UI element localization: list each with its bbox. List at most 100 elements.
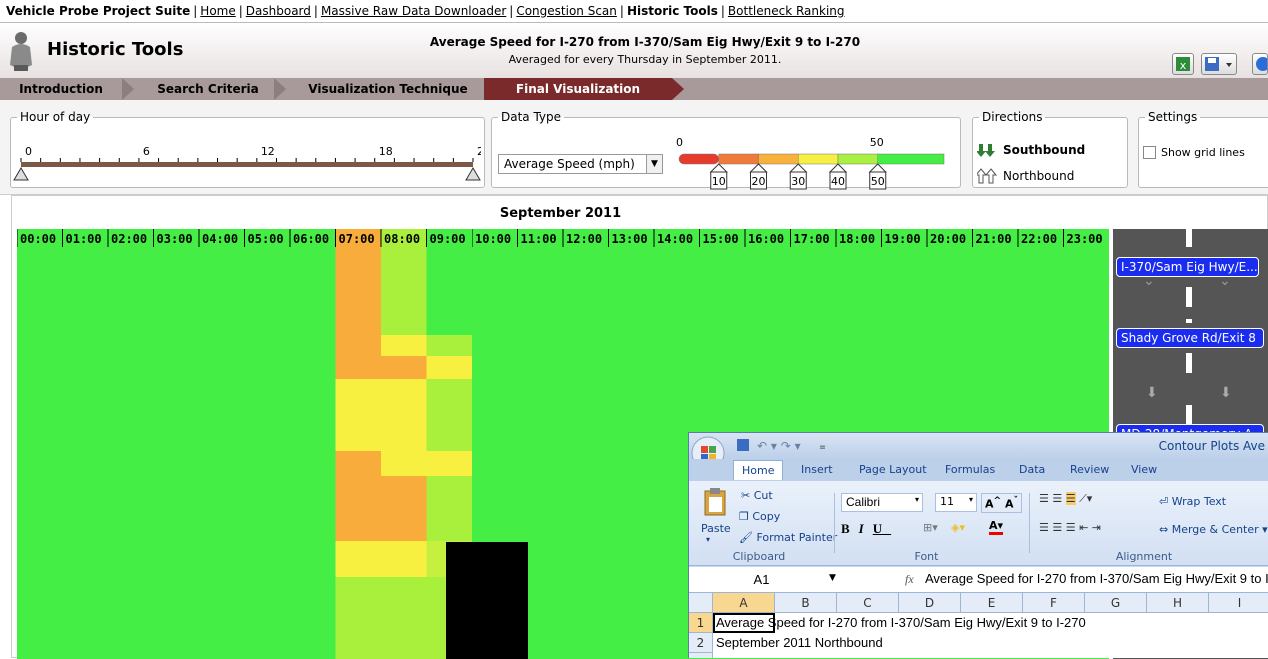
hour-column-label: 09:00 [430, 232, 466, 246]
font-name-select[interactable]: Calibri ▾ [841, 493, 923, 512]
threshold-handle[interactable]: 20 [749, 163, 768, 190]
segment-label-2[interactable]: Shady Grove Rd/Exit 8 [1116, 328, 1264, 348]
excel-tab-home[interactable]: Home [733, 460, 784, 480]
excel-tab-formulas[interactable]: Formulas [945, 463, 995, 476]
excel-tab-review[interactable]: Review [1070, 463, 1109, 476]
excel-tab-data[interactable]: Data [1019, 463, 1045, 476]
column-header-a[interactable]: A [713, 593, 775, 613]
heatmap-cell[interactable] [426, 451, 473, 476]
row-header-2[interactable]: 2 [689, 633, 713, 653]
slider-end-handle[interactable] [465, 167, 481, 181]
column-header-d[interactable]: D [899, 593, 961, 613]
heatmap-cell[interactable] [381, 335, 427, 356]
heatmap-cell[interactable] [335, 335, 382, 379]
borders-button[interactable]: ⊞▾ [923, 521, 938, 534]
copy-button[interactable]: ❐ Copy [739, 510, 780, 523]
slider-start-handle[interactable] [13, 167, 29, 181]
heatmap-cell[interactable] [335, 577, 382, 659]
export-excel-button[interactable]: x [1172, 53, 1194, 75]
threshold-label: 30 [791, 175, 805, 188]
speed-scale[interactable]: 0 50 10 20 30 40 50 [672, 132, 952, 202]
heatmap-cell[interactable] [426, 356, 473, 379]
nav-link-home[interactable]: Home [200, 4, 235, 18]
speed-band [678, 153, 719, 165]
bold-italic-underline-buttons[interactable]: BIU [841, 521, 891, 537]
cut-button[interactable]: ✂ Cut [741, 489, 773, 502]
southbound-label: Southbound [1003, 143, 1086, 157]
slider-track[interactable] [21, 162, 473, 167]
excel-ribbon: Paste ▾ ✂ Cut ❐ Copy 🖌 Format Painter Cl… [689, 481, 1268, 566]
heatmap-cell[interactable] [335, 247, 382, 335]
name-box[interactable]: A1 [689, 569, 834, 591]
heatmap-cell[interactable] [426, 335, 473, 356]
column-header-h[interactable]: H [1147, 593, 1209, 613]
column-header-f[interactable]: F [1023, 593, 1085, 613]
threshold-handle[interactable]: 40 [828, 163, 848, 190]
paste-button[interactable]: Paste [701, 522, 731, 535]
northbound-option[interactable]: Northbound [977, 168, 1074, 184]
heatmap-cell[interactable] [381, 356, 427, 379]
merge-center-button[interactable]: ⇔ Merge & Center ▾ [1159, 523, 1268, 536]
heatmap-cell[interactable] [335, 541, 382, 577]
column-header-g[interactable]: G [1085, 593, 1147, 613]
heatmap-cell[interactable] [381, 476, 427, 541]
fill-color-button[interactable]: ◈▾ [951, 521, 965, 534]
column-header-c[interactable]: C [837, 593, 899, 613]
hour-column-label: 18:00 [839, 232, 875, 246]
heatmap-cell[interactable] [381, 379, 427, 451]
save-button[interactable] [1201, 53, 1237, 75]
segment-label-1[interactable]: I-370/Sam Eig Hwy/E... [1116, 257, 1259, 277]
heatmap-cell[interactable] [381, 541, 427, 577]
quick-access-toolbar[interactable]: ↶ ▾ ↷ ▾ = [735, 436, 825, 456]
grid-lines-option[interactable]: Show grid lines [1143, 146, 1245, 159]
step-search-criteria[interactable]: Search Criteria [138, 78, 278, 100]
southbound-option[interactable]: Southbound [977, 142, 1085, 158]
nav-link-dashboard[interactable]: Dashboard [246, 4, 311, 18]
font-color-button[interactable]: A▾ [989, 519, 1004, 535]
wrap-text-button[interactable]: ⏎ Wrap Text [1159, 495, 1226, 508]
step-visualization-technique[interactable]: Visualization Technique [292, 78, 484, 100]
heatmap-cell[interactable] [335, 476, 382, 541]
threshold-handle[interactable]: 50 [868, 163, 887, 190]
spreadsheet-grid: A B C D E F G H I 1 2 Average Speed for … [689, 593, 1268, 658]
svg-text:x: x [1180, 59, 1187, 72]
hour-column-label: 10:00 [475, 232, 511, 246]
cell-a2[interactable]: September 2011 Northbound [716, 635, 883, 650]
column-header-i[interactable]: I [1209, 593, 1268, 613]
heatmap-cell[interactable] [335, 379, 382, 451]
grid-lines-checkbox[interactable] [1143, 146, 1156, 159]
nav-current-historic-tools: Historic Tools [626, 4, 718, 18]
hour-slider[interactable]: 0 6 12 18 23 [11, 134, 481, 194]
row-header-1[interactable]: 1 [689, 613, 713, 633]
controls-row: Hour of day 0 6 12 18 23 Data Type Average S… [0, 100, 1268, 195]
info-button[interactable] [1252, 53, 1268, 75]
heatmap-cell[interactable] [381, 451, 427, 476]
horizontal-align-buttons[interactable]: ☰ ☰ ☰ ⇤ ⇥ [1039, 521, 1101, 534]
heatmap-cell[interactable] [426, 379, 473, 451]
threshold-handle[interactable]: 10 [709, 163, 728, 190]
excel-tab-insert[interactable]: Insert [801, 463, 833, 476]
heatmap-cell[interactable] [335, 451, 382, 476]
step-introduction[interactable]: Introduction [0, 78, 122, 100]
cell-a1[interactable]: Average Speed for I-270 from I-370/Sam E… [716, 615, 1086, 630]
column-header-b[interactable]: B [775, 593, 837, 613]
threshold-handle[interactable]: 30 [789, 163, 808, 190]
nav-link-bottleneck-ranking[interactable]: Bottleneck Ranking [728, 4, 845, 18]
step-final-visualization[interactable]: Final Visualization [484, 78, 672, 100]
fx-icon[interactable]: fx [905, 572, 914, 587]
heatmap-cell[interactable] [381, 247, 427, 335]
data-type-select[interactable]: Average Speed (mph) ▼ [498, 154, 663, 174]
heatmap-cell[interactable] [381, 577, 427, 659]
heatmap-cell[interactable] [426, 476, 473, 541]
excel-tab-page-layout[interactable]: Page Layout [859, 463, 927, 476]
excel-tab-view[interactable]: View [1131, 463, 1157, 476]
nav-link-congestion-scan[interactable]: Congestion Scan [516, 4, 617, 18]
column-header-e[interactable]: E [961, 593, 1023, 613]
grow-font-button[interactable]: A^ Aˇ [981, 493, 1023, 513]
nav-link-downloader[interactable]: Massive Raw Data Downloader [321, 4, 506, 18]
format-painter-button[interactable]: 🖌 Format Painter [739, 531, 837, 544]
font-size-select[interactable]: 11 ▾ [935, 493, 977, 512]
merge-icon: ⇔ [1159, 523, 1172, 536]
vertical-align-buttons[interactable]: ☰ ☰ ☰ ⟋▾ [1039, 492, 1092, 506]
formula-input[interactable]: Average Speed for I-270 from I-370/Sam E… [925, 571, 1268, 586]
